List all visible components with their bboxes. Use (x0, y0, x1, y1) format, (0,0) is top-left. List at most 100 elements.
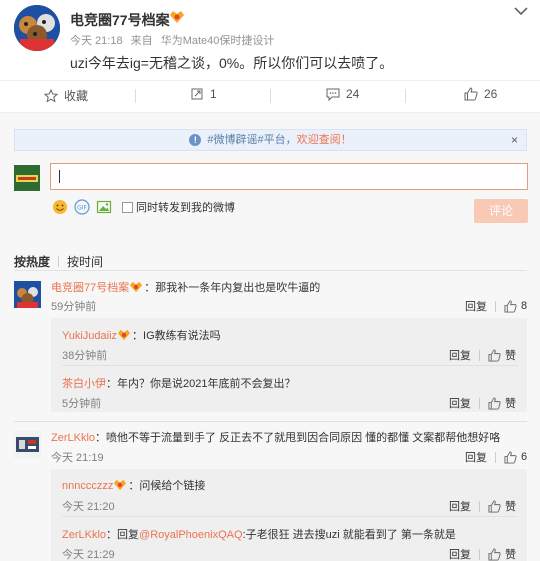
reply-button[interactable]: 回复 (449, 498, 471, 514)
tab-sort-hot[interactable]: 按热度 (14, 253, 50, 270)
reply-text: nnnccczzz ：问候给个链接 (62, 477, 205, 493)
reply-like-button[interactable]: 赞 (488, 347, 516, 363)
reply-body: ：IG教练有说法吗 (132, 330, 221, 342)
comment-like-button[interactable]: 6 (504, 450, 527, 464)
reply-time: 38分钟前 (62, 350, 108, 362)
reply-time: 5分钟前 (62, 398, 102, 410)
reply-time: 今天 21:20 (62, 501, 115, 513)
thumbs-up-icon (488, 348, 501, 362)
reply-text: ZerLKklo：回复@RoyalPhoenixQAQ:子老很狂 进去搜uzi … (62, 526, 456, 542)
emoji-icon[interactable] (52, 199, 68, 215)
repost-checkbox-row[interactable]: 同时转发到我的微博 (122, 199, 235, 215)
action-divider (479, 349, 480, 361)
vip-badge-icon (114, 479, 127, 491)
post-author-name[interactable]: 电竞圈77号档案 (70, 10, 170, 30)
reply-button[interactable]: 回复 (449, 546, 471, 561)
replier-name[interactable]: YukiJudaiiz (62, 330, 117, 342)
reply-like-button[interactable]: 赞 (488, 395, 516, 411)
post-source[interactable]: 华为Mate40保时捷设计 (161, 35, 275, 47)
submit-comment-button[interactable]: 评论 (474, 199, 528, 223)
thumbs-up-icon (488, 396, 501, 410)
thumbs-up-icon (488, 499, 501, 513)
comment-time: 59分钟前 (51, 301, 97, 313)
like-button[interactable]: 26 (464, 87, 497, 101)
reply-button[interactable]: 回复 (449, 347, 471, 363)
vip-badge-icon (130, 281, 143, 293)
divider (62, 365, 518, 366)
source-prefix: 来自 (130, 35, 153, 47)
action-divider (479, 500, 480, 512)
author-avatar[interactable] (14, 5, 60, 51)
reply-button[interactable]: 回复 (465, 449, 487, 465)
commenter-name[interactable]: ZerLKklo (51, 432, 95, 444)
chevron-down-icon[interactable] (514, 6, 528, 16)
reply-time: 今天 21:29 (62, 549, 115, 561)
post-header: 电竞圈77号档案 今天 21:18 来自 华为Mate40保时捷设计 uzi今年… (0, 0, 540, 80)
mention-link[interactable]: @RoyalPhoenixQAQ (139, 529, 243, 541)
reply-actions: 回复 赞 (449, 395, 516, 411)
thumbs-up-icon (504, 450, 517, 464)
reply-like-button[interactable]: 赞 (488, 546, 516, 561)
divider (14, 270, 527, 271)
action-divider (270, 89, 271, 103)
tab-divider (58, 256, 60, 267)
comment-body: ：喷他不等于流量到手了 反正去不了就甩到因合同原因 懂的都懂 文案都帮他想好咯 (95, 432, 501, 444)
reply-actions: 回复 赞 (449, 546, 516, 561)
commenter-avatar[interactable] (14, 281, 41, 308)
repost-checkbox-label: 同时转发到我的微博 (136, 202, 235, 214)
comment-like-count: 8 (521, 300, 528, 312)
repost-checkbox[interactable] (122, 201, 133, 213)
repost-button[interactable]: 1 (190, 87, 217, 101)
reply-button[interactable]: 回复 (449, 395, 471, 411)
comment-button[interactable]: 24 (326, 87, 359, 101)
reply-text: 茶白小伊：年内？你是说2021年底前不会复出？ (62, 375, 295, 391)
comment-actions: 回复 8 (465, 298, 527, 314)
composer-tools: GIF 同时转发到我的微博 (52, 199, 235, 215)
comment-time: 今天 21:19 (51, 452, 104, 464)
like-count: 26 (484, 87, 498, 101)
comment-actions: 回复 6 (465, 449, 527, 465)
reply-actions: 回复 赞 (449, 498, 516, 514)
reply-text: YukiJudaiiz ：IG教练有说法吗 (62, 327, 221, 343)
action-divider (495, 451, 496, 463)
text-caret (59, 170, 60, 183)
replier-name[interactable]: 茶白小伊 (62, 378, 106, 390)
close-icon[interactable]: × (511, 130, 518, 150)
rumor-notice-bar: ! #微博辟谣#平台，欢迎查阅！ × (14, 129, 527, 151)
post-text: uzi今年去ig=无稽之谈，0%。所以你们可以去喷了。 (70, 55, 394, 71)
reply-button[interactable]: 回复 (465, 298, 487, 314)
reply-like-label: 赞 (505, 501, 516, 513)
post-time[interactable]: 今天 21:18 (70, 35, 123, 47)
reply-like-label: 赞 (505, 398, 516, 410)
comment-input[interactable] (50, 163, 528, 190)
gif-icon[interactable]: GIF (74, 199, 90, 215)
comment-icon (326, 88, 340, 101)
replier-name[interactable]: nnnccczzz (62, 480, 113, 492)
favorite-label: 收藏 (64, 89, 89, 103)
reply-prefix: ：回复 (106, 529, 140, 541)
info-icon: ! (189, 134, 202, 146)
reply-body: ：问候给个链接 (128, 480, 206, 492)
replier-name[interactable]: ZerLKklo (62, 529, 106, 541)
reply-like-label: 赞 (505, 549, 516, 561)
tab-sort-time[interactable]: 按时间 (67, 253, 103, 270)
action-divider (479, 397, 480, 409)
comment-like-button[interactable]: 8 (504, 299, 528, 313)
image-icon[interactable] (96, 199, 112, 215)
commenter-name[interactable]: 电竞圈77号档案 (51, 282, 129, 294)
my-avatar[interactable] (14, 165, 40, 191)
action-bar: 收藏 1 24 26 (0, 80, 540, 110)
action-divider (495, 300, 496, 312)
vip-badge-icon (170, 11, 184, 23)
star-icon (44, 88, 58, 103)
notice-text: 平台， (263, 134, 297, 146)
reply-body: ：年内？你是说2021年底前不会复出？ (106, 378, 296, 390)
favorite-button[interactable]: 收藏 (44, 87, 88, 104)
reply-actions: 回复 赞 (449, 347, 516, 363)
commenter-avatar[interactable] (14, 431, 41, 458)
notice-link[interactable]: 欢迎查阅！ (297, 134, 352, 146)
reply-like-button[interactable]: 赞 (488, 498, 516, 514)
vip-badge-icon (118, 329, 131, 341)
action-divider (479, 548, 480, 560)
notice-hashtag[interactable]: #微博辟谣# (207, 134, 263, 146)
